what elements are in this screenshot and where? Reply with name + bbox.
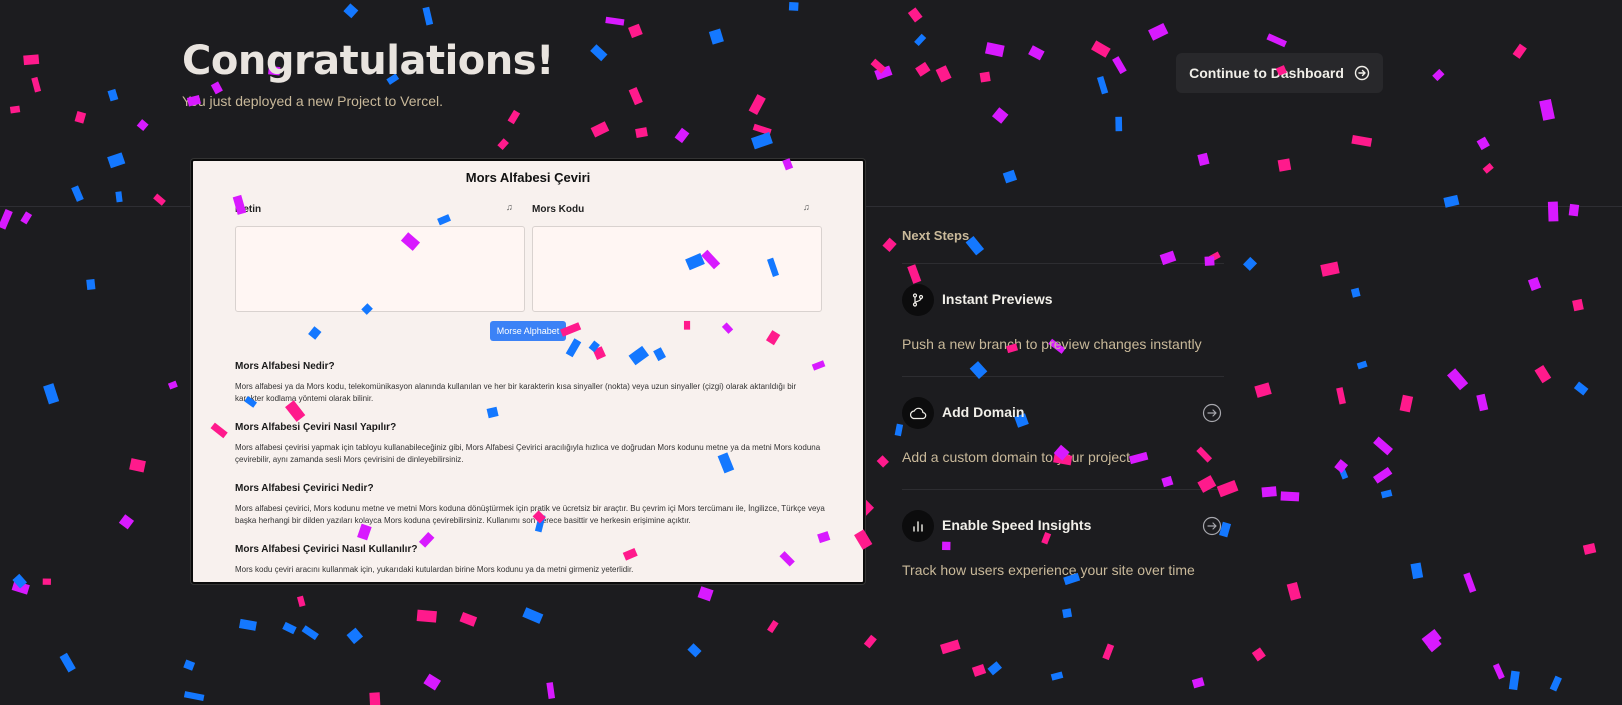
confetti-piece [546,682,556,699]
morse-input[interactable] [532,226,822,312]
morse-alphabet-button[interactable]: Morse Alphabet [490,321,566,341]
confetti-piece [992,107,1009,124]
step-description: Push a new branch to preview changes ins… [902,336,1202,352]
morse-label: Mors Kodu [532,204,585,215]
confetti-piece [59,652,76,673]
confetti-piece [1410,562,1424,580]
confetti-piece [369,692,381,705]
step-enable-speed-insights[interactable]: Enable Speed Insights Track how users ex… [902,510,1224,590]
confetti-piece [183,691,205,701]
arrow-right-circle-icon[interactable] [1202,516,1222,536]
step-add-domain[interactable]: Add Domain Add a custom domain to your p… [902,397,1224,477]
step-name: Add Domain [942,404,1025,420]
speaker-icon[interactable]: ♫ [506,202,516,212]
preview-section: Mors Alfabesi Çeviri Nasıl Yapılır? Mors… [235,422,825,466]
confetti-piece [1512,43,1527,59]
confetti-piece [628,87,643,106]
confetti-piece [1148,22,1169,41]
preview-section: Mors Alfabesi Nedir? Mors alfabesi ya da… [235,361,825,405]
confetti-piece [697,586,714,602]
step-instant-previews[interactable]: Instant Previews Push a new branch to pr… [902,284,1224,364]
confetti-piece [1266,33,1287,48]
arrow-right-circle-icon[interactable] [1202,403,1222,423]
step-divider [902,489,1224,490]
confetti-piece [907,7,923,23]
cloud-icon [902,397,934,429]
page-subtitle: You just deployed a new Project to Verce… [182,93,443,109]
section-heading: Mors Alfabesi Çevirici Nasıl Kullanılır? [235,544,418,555]
preview-section: Mors Alfabesi Çevirici Nasıl Kullanılır?… [235,544,825,576]
step-divider [902,263,1224,264]
section-text: Mors kodu çeviri aracını kullanmak için,… [235,565,634,574]
speaker-icon[interactable]: ♫ [803,202,813,212]
confetti-piece [1091,40,1111,58]
step-name: Instant Previews [942,291,1053,307]
confetti-piece [1208,251,1221,262]
confetti-piece [788,1,799,11]
confetti-piece [1356,360,1368,370]
confetti-piece [752,123,772,136]
step-description: Add a custom domain to your project [902,449,1131,465]
text-label: Metin [235,204,262,215]
confetti-piece [42,578,51,585]
section-heading: Mors Alfabesi Nedir? [235,361,335,372]
arrow-right-circle-icon [1354,65,1370,81]
step-description: Track how users experience your site ove… [902,562,1195,578]
confetti-piece [1251,647,1266,662]
confetti-piece [767,619,779,634]
section-heading: Mors Alfabesi Çevirici Nedir? [235,483,374,494]
dashboard-button-label: Continue to Dashboard [1189,65,1344,81]
confetti-piece [423,673,441,691]
confetti-piece [183,659,196,671]
page-title: Congratulations! [182,38,554,84]
step-name: Enable Speed Insights [942,517,1092,533]
section-text: Mors alfabesi ya da Mors kodu, telekomün… [235,382,797,403]
confetti-piece [86,278,96,291]
section-text: Mors alfabesi çevirici, Mors kodunu metn… [235,504,825,525]
confetti-piece [1582,543,1597,555]
confetti-piece [1351,134,1373,147]
section-text: Mors alfabesi çevirisi yapmak için tablo… [235,443,821,464]
continue-to-dashboard-button[interactable]: Continue to Dashboard [1176,53,1383,93]
next-steps-title: Next Steps [902,228,970,243]
confetti-piece [1482,162,1494,174]
confetti-piece [1062,608,1073,619]
confetti-piece [522,607,544,624]
deployment-preview[interactable]: Mors Alfabesi Çeviri Metin ♫ Mors Kodu ♫… [191,159,865,584]
bar-chart-icon [902,510,934,542]
confetti-piece [605,16,625,26]
confetti-piece [129,458,146,473]
git-branch-icon [902,284,934,316]
step-divider [902,376,1224,377]
confetti-piece [167,380,178,390]
preview-title: Mors Alfabesi Çeviri [465,170,591,185]
text-input[interactable] [235,226,525,312]
confetti-piece [748,94,766,116]
confetti-piece [1476,136,1490,151]
confetti-piece [107,152,126,169]
confetti-piece [1492,663,1505,680]
confetti-piece [914,33,927,47]
confetti-piece [23,54,40,66]
confetti-piece [1534,365,1552,384]
confetti-piece [1373,436,1393,456]
preview-section: Mors Alfabesi Çevirici Nedir? Mors alfab… [235,483,825,527]
section-heading: Mors Alfabesi Çeviri Nasıl Yapılır? [235,422,397,433]
confetti-piece [1115,116,1123,132]
confetti-piece [31,76,42,93]
